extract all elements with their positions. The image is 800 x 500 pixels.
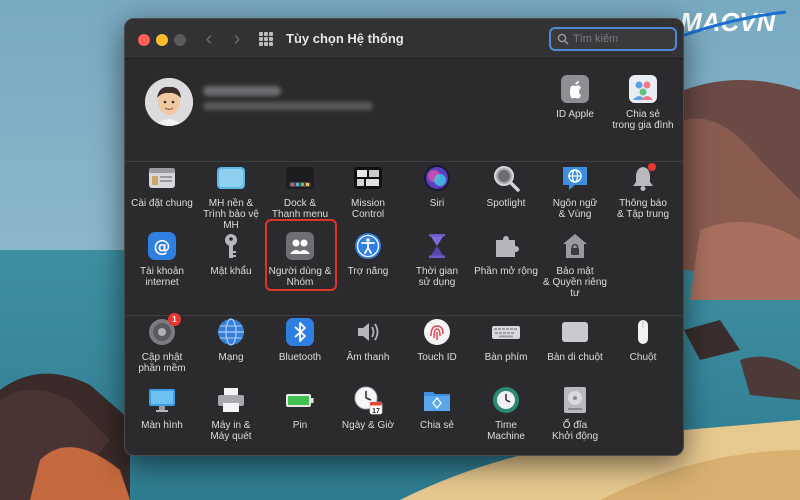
pref-spotlight[interactable]: Spotlight xyxy=(472,163,540,209)
window-title: Tùy chọn Hệ thống xyxy=(286,31,404,46)
account-section: ID Apple Chia sẻ trong gia đình xyxy=(125,60,683,161)
pref-extensions[interactable]: Phần mở rộng xyxy=(472,231,540,277)
mouse-icon xyxy=(628,317,658,347)
accessibility-icon xyxy=(353,231,383,261)
close-button[interactable] xyxy=(138,34,150,46)
network-icon xyxy=(216,317,246,347)
spotlight-icon xyxy=(491,163,521,193)
pref-security-privacy[interactable]: Bảo mật & Quyền riêng tư xyxy=(541,231,609,299)
system-preferences-window: ‹ › Tùy chọn Hệ thống Tìm kiếm ID Apple … xyxy=(124,18,684,456)
pref-sound[interactable]: Âm thanh xyxy=(334,317,402,363)
pref-apple-id[interactable]: ID Apple xyxy=(541,74,609,120)
pref-keyboard[interactable]: Bàn phím xyxy=(472,317,540,363)
pref-screen-time[interactable]: Thời gian sử dụng xyxy=(403,231,471,288)
pref-touch-id[interactable]: Touch ID xyxy=(403,317,471,363)
touch-id-icon xyxy=(422,317,452,347)
desktop-screensaver-icon xyxy=(216,163,246,193)
language-region-icon xyxy=(560,163,590,193)
pref-general[interactable]: Cài đặt chung xyxy=(128,163,196,209)
pref-siri[interactable]: Siri xyxy=(403,163,471,209)
extensions-icon xyxy=(491,231,521,261)
pref-time-machine[interactable]: Time Machine xyxy=(472,385,540,442)
pref-bluetooth[interactable]: Bluetooth xyxy=(266,317,334,363)
show-all-grid-icon[interactable] xyxy=(259,32,273,46)
general-icon xyxy=(147,163,177,193)
pref-passwords[interactable]: Mật khẩu xyxy=(197,231,265,277)
svg-text:@: @ xyxy=(154,237,171,257)
avatar[interactable] xyxy=(145,78,193,126)
displays-icon xyxy=(147,385,177,415)
apple-id-icon xyxy=(560,74,590,104)
sound-icon xyxy=(353,317,383,347)
pref-internet-accounts[interactable]: @ Tài khoản internet xyxy=(128,231,196,288)
search-box[interactable] xyxy=(549,27,677,51)
siri-icon xyxy=(422,163,452,193)
macvn-logo: MACVN xyxy=(678,4,790,40)
pref-mouse[interactable]: Chuột xyxy=(609,317,677,363)
pref-date-time[interactable]: 17 Ngày & Giờ xyxy=(334,385,402,431)
date-time-icon: 17 xyxy=(353,385,383,415)
pref-software-update[interactable]: 1 Cập nhật phần mềm xyxy=(128,313,196,374)
pref-displays[interactable]: Màn hình xyxy=(128,385,196,431)
mission-control-icon xyxy=(353,163,383,193)
sharing-icon xyxy=(422,385,452,415)
notifications-icon xyxy=(628,163,658,193)
software-update-icon: 1 xyxy=(147,313,181,347)
forward-button[interactable]: › xyxy=(227,28,247,50)
bluetooth-icon xyxy=(285,317,315,347)
pref-family-sharing[interactable]: Chia sẻ trong gia đình xyxy=(609,74,677,131)
trackpad-icon xyxy=(560,317,590,347)
keyboard-icon xyxy=(491,317,521,347)
pref-dock-menubar[interactable]: Dock & Thanh menu xyxy=(266,163,334,220)
pref-network[interactable]: Mạng xyxy=(197,317,265,363)
battery-icon xyxy=(285,385,315,415)
time-machine-icon xyxy=(491,385,521,415)
family-sharing-icon xyxy=(628,74,658,104)
printers-icon xyxy=(216,385,246,415)
calendar-day-text: 17 xyxy=(372,408,380,415)
section-divider xyxy=(125,161,683,162)
dock-icon xyxy=(285,163,315,193)
user-subtitle-redacted xyxy=(203,102,373,110)
search-input[interactable] xyxy=(573,30,673,48)
security-privacy-icon xyxy=(560,231,590,261)
passwords-icon xyxy=(216,231,246,261)
pref-startup-disk[interactable]: Ổ đĩa Khởi động xyxy=(541,385,609,442)
screen-time-icon xyxy=(422,231,452,261)
internet-accounts-icon: @ xyxy=(147,231,177,261)
pref-battery[interactable]: Pin xyxy=(266,385,334,431)
startup-disk-icon xyxy=(560,385,590,415)
section-divider xyxy=(125,315,683,316)
search-icon xyxy=(557,33,569,45)
pref-notifications-focus[interactable]: Thông báo & Tập trung xyxy=(609,163,677,220)
title-bar: ‹ › Tùy chọn Hệ thống xyxy=(125,19,683,59)
minimize-button[interactable] xyxy=(156,34,168,46)
pref-desktop-screensaver[interactable]: MH nền & Trình bảo vệ MH xyxy=(197,163,265,231)
notification-dot-icon xyxy=(648,163,656,171)
pref-language-region[interactable]: Ngôn ngữ & Vùng xyxy=(541,163,609,220)
pref-sharing[interactable]: Chia sẻ xyxy=(403,385,471,431)
update-count-badge: 1 xyxy=(168,313,181,326)
pref-printers-scanners[interactable]: Máy in & Máy quét xyxy=(197,385,265,442)
user-name-redacted xyxy=(203,86,281,96)
pref-trackpad[interactable]: Bàn di chuột xyxy=(541,317,609,363)
pref-accessibility[interactable]: Trợ năng xyxy=(334,231,402,277)
users-groups-highlight xyxy=(265,219,337,291)
zoom-button[interactable] xyxy=(174,34,186,46)
pref-mission-control[interactable]: Mission Control xyxy=(334,163,402,220)
back-button[interactable]: ‹ xyxy=(199,28,219,50)
